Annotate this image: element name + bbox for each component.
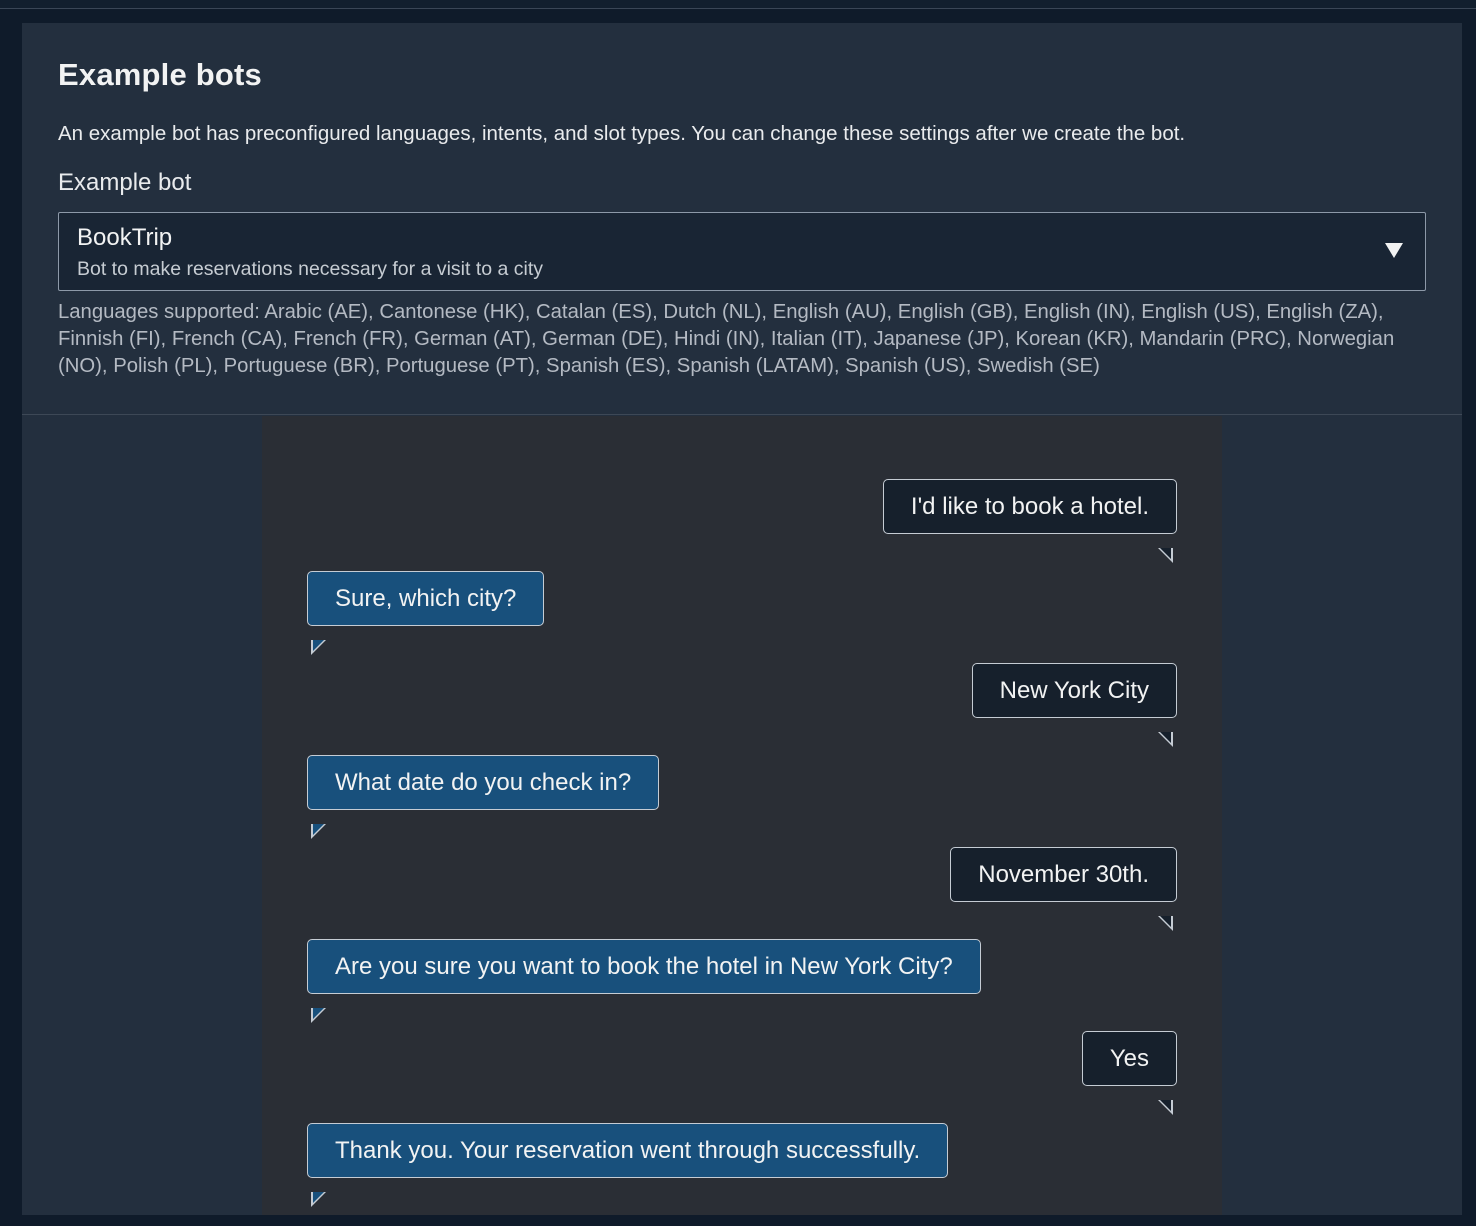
top-divider [0,0,1476,9]
example-bot-select[interactable]: BookTrip Bot to make reservations necess… [58,212,1426,291]
conversation-preview: I'd like to book a hotel. Sure, which ci… [262,416,1222,1215]
chat-message-bot: What date do you check in? [262,755,1222,839]
selected-bot-description: Bot to make reservations necessary for a… [77,258,544,280]
chat-message-bot: Are you sure you want to book the hotel … [262,939,1222,1023]
message-text: November 30th. [978,861,1149,888]
message-text: I'd like to book a hotel. [910,493,1149,520]
user-message-bubble: Yes [1081,1031,1177,1115]
caret-down-icon [1385,243,1403,258]
user-message-bubble: I'd like to book a hotel. [882,479,1177,563]
chat-message-bot: Sure, which city? [262,571,1222,655]
section-description: An example bot has preconfigured languag… [58,122,1186,145]
bot-message-bubble: Thank you. Your reservation went through… [307,1123,949,1207]
chat-message-user: I'd like to book a hotel. [262,479,1222,563]
page: Example bots An example bot has preconfi… [0,0,1476,1226]
example-bots-panel: Example bots An example bot has preconfi… [22,23,1462,1215]
message-text: Yes [1109,1045,1149,1072]
message-text: What date do you check in? [335,769,632,796]
message-text: Are you sure you want to book the hotel … [335,953,953,980]
bot-message-bubble: What date do you check in? [307,755,660,839]
user-message-bubble: November 30th. [950,847,1177,931]
chat-message-user: New York City [262,663,1222,747]
languages-supported-text: Languages supported: Arabic (AE), Canton… [58,301,1395,377]
message-text: Thank you. Your reservation went through… [335,1137,921,1164]
example-bot-label: Example bot [58,169,192,196]
bot-message-bubble: Are you sure you want to book the hotel … [307,939,981,1023]
bot-message-bubble: Sure, which city? [307,571,545,655]
chat-message-user: Yes [262,1031,1222,1115]
message-text: New York City [999,677,1149,704]
section-title: Example bots [58,57,262,92]
panel-header: Example bots An example bot has preconfi… [22,23,1462,415]
chat-message-user: November 30th. [262,847,1222,931]
selected-bot-name: BookTrip [77,224,173,251]
chat-message-bot: Thank you. Your reservation went through… [262,1123,1222,1207]
message-text: Sure, which city? [335,585,517,612]
user-message-bubble: New York City [971,663,1177,747]
